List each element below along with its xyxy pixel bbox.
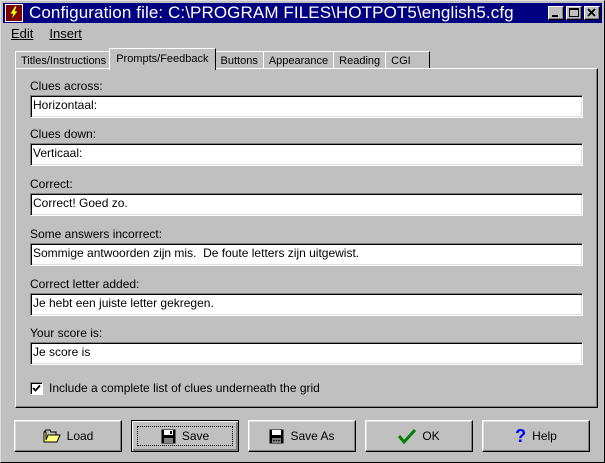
your-score-is-input[interactable]: Je score is bbox=[30, 342, 583, 365]
menu-insert[interactable]: Insert bbox=[41, 26, 90, 41]
some-answers-incorrect-input[interactable]: Sommige antwoorden zijn mis. De foute le… bbox=[30, 243, 583, 266]
include-clues-label: Include a complete list of clues underne… bbox=[49, 381, 320, 395]
include-clues-checkbox[interactable] bbox=[30, 381, 43, 395]
tab-prompts-feedback[interactable]: Prompts/Feedback bbox=[109, 48, 216, 70]
correct-input[interactable]: Correct! Goed zo. bbox=[30, 193, 583, 216]
question-mark-icon: ? bbox=[515, 426, 527, 446]
correct-letter-added-input[interactable]: Je hebt een juiste letter gekregen. bbox=[30, 293, 583, 316]
minimize-button[interactable] bbox=[548, 6, 564, 20]
ok-button[interactable]: OK bbox=[365, 420, 473, 452]
help-label: Help bbox=[532, 429, 557, 443]
clues-across-input[interactable]: Horizontaal: bbox=[30, 95, 583, 118]
tab-strip: Titles/Instructions Prompts/Feedback But… bbox=[15, 48, 430, 70]
include-clues-checkbox-row[interactable]: Include a complete list of clues underne… bbox=[30, 381, 320, 395]
floppy-disk-dots-icon bbox=[269, 429, 284, 444]
clues-down-input[interactable]: Verticaal: bbox=[30, 143, 583, 166]
close-icon bbox=[587, 8, 596, 17]
menu-edit-label: Edit bbox=[11, 25, 34, 41]
save-as-label: Save As bbox=[290, 429, 335, 443]
app-icon[interactable] bbox=[5, 4, 23, 22]
menu-insert-label: Insert bbox=[49, 25, 82, 41]
title-bar[interactable]: Configuration file: C:\PROGRAM FILES\HOT… bbox=[3, 3, 602, 23]
maximize-button[interactable] bbox=[566, 6, 582, 20]
menu-bar: Edit Insert bbox=[3, 24, 602, 42]
menu-edit[interactable]: Edit bbox=[3, 26, 41, 41]
your-score-is-label: Your score is: bbox=[30, 326, 103, 340]
load-label: Load bbox=[66, 429, 94, 443]
maximize-icon bbox=[569, 8, 579, 17]
save-as-button[interactable]: Save As bbox=[248, 420, 356, 452]
ok-label: OK bbox=[422, 429, 440, 443]
clues-down-label: Clues down: bbox=[30, 127, 97, 141]
folder-open-icon bbox=[43, 429, 61, 443]
save-button[interactable]: Save bbox=[131, 420, 239, 452]
clues-across-label: Clues across: bbox=[30, 79, 103, 93]
prompts-feedback-panel: Clues across: Horizontaal: Clues down: V… bbox=[15, 68, 598, 408]
load-button[interactable]: Load bbox=[14, 420, 122, 452]
config-window: Configuration file: C:\PROGRAM FILES\HOT… bbox=[0, 0, 605, 463]
window-title: Configuration file: C:\PROGRAM FILES\HOT… bbox=[29, 3, 514, 22]
green-checkmark-icon bbox=[398, 428, 417, 444]
correct-letter-added-label: Correct letter added: bbox=[30, 277, 140, 291]
some-answers-incorrect-label: Some answers incorrect: bbox=[30, 227, 163, 241]
focus-rectangle bbox=[137, 426, 233, 446]
checkmark-icon bbox=[32, 384, 41, 392]
help-button[interactable]: ? Help bbox=[482, 420, 590, 452]
minimize-icon bbox=[552, 15, 558, 17]
close-button[interactable] bbox=[584, 6, 600, 20]
correct-label: Correct: bbox=[30, 177, 73, 191]
